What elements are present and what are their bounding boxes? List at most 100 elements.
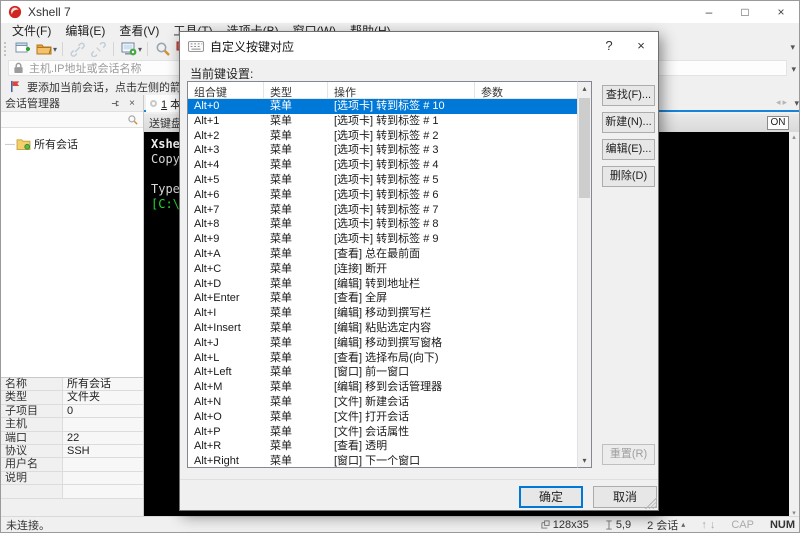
column-header-type[interactable]: 类型 [264,82,328,98]
table-scrollbar[interactable]: ▴ ▾ [577,81,592,468]
open-folder-icon[interactable] [35,41,52,58]
reset-button[interactable]: 重置(R) [602,444,655,465]
maximize-button[interactable]: □ [727,1,763,23]
table-row[interactable]: Alt+Left 菜单 [窗口] 前一窗口 [188,365,577,381]
dialog-titlebar: 自定义按键对应 ? × [180,32,658,60]
table-row[interactable]: Alt+L 菜单 [查看] 选择布局(向下) [188,350,577,366]
cell-action: [选项卡] 转到标签 # 7 [334,203,439,216]
table-row[interactable]: Alt+M 菜单 [编辑] 移到会话管理器 [188,380,577,395]
pin-icon[interactable] [111,99,125,108]
statusbar: 未连接。 128x35 5,9 2 会话 ▴ ↑ ↓ CAP NUM [1,516,799,532]
column-header-param[interactable]: 参数 [475,82,577,98]
table-row[interactable]: Alt+D 菜单 [编辑] 转到地址栏 [188,276,577,292]
table-row[interactable]: Alt+9 菜单 [选项卡] 转到标签 # 9 [188,232,577,247]
property-value [63,485,143,497]
table-row[interactable]: Alt+Insert 菜单 [编辑] 粘贴选定内容 [188,320,577,336]
cursor-position-indicator: 5,9 [605,519,631,531]
cell-key: Alt+1 [194,114,220,127]
cell-key: Alt+9 [194,233,220,246]
cell-type: 菜单 [270,381,292,394]
find-icon[interactable] [154,41,171,58]
cell-action: [查看] 全屏 [334,292,388,305]
tab-overflow-icon[interactable]: ▾ [794,98,799,109]
caps-lock-indicator: CAP [731,518,754,531]
scroll-arrows[interactable]: ↑ ↓ [701,519,715,531]
dialog-resize-grip[interactable] [645,497,657,509]
table-row[interactable]: Alt+6 菜单 [选项卡] 转到标签 # 6 [188,187,577,203]
table-row[interactable]: Alt+C 菜单 [连接] 断开 [188,261,577,277]
menu-item[interactable]: 编辑(E) [58,23,112,39]
open-folder-dropdown-icon[interactable]: ▾ [53,45,57,54]
cell-action: [选项卡] 转到标签 # 2 [334,129,439,142]
session-search-input[interactable] [1,111,143,128]
cell-key: Alt+P [194,425,221,438]
cell-type: 菜单 [270,247,292,260]
table-scroll-down-icon[interactable]: ▾ [578,456,591,465]
table-row[interactable]: Alt+N 菜单 [文件] 新建会话 [188,394,577,410]
cell-type: 菜单 [270,262,292,275]
table-row[interactable]: Alt+1 菜单 [选项卡] 转到标签 # 1 [188,113,577,129]
cell-key: Alt+6 [194,188,220,201]
menu-item[interactable]: 查看(V) [112,23,166,39]
cell-action: [编辑] 移到会话管理器 [334,381,443,394]
table-row[interactable]: Alt+Right 菜单 [窗口] 下一个窗口 [188,454,577,467]
cell-action: [选项卡] 转到标签 # 3 [334,144,439,157]
table-row[interactable]: Alt+P 菜单 [文件] 会话属性 [188,424,577,440]
find-button[interactable]: 查找(F)... [602,85,655,106]
cell-action: [连接] 断开 [334,262,388,275]
property-label: 子项目 [1,404,63,418]
ok-button[interactable]: 确定 [519,486,583,508]
send-keyboard-on-button[interactable]: ON [767,116,789,130]
table-row[interactable]: Alt+3 菜单 [选项卡] 转到标签 # 3 [188,143,577,159]
table-row[interactable]: Alt+2 菜单 [选项卡] 转到标签 # 2 [188,128,577,144]
session-dialog-icon[interactable] [120,41,137,58]
connect-icon[interactable] [69,41,86,58]
property-label: 类型 [1,391,63,404]
cell-key: Alt+0 [194,100,220,112]
edit-button[interactable]: 编辑(E)... [602,139,655,160]
table-scrollbar-thumb[interactable] [579,98,590,198]
property-label [1,485,63,498]
scroll-up-icon[interactable]: ▴ [789,133,799,141]
property-label: 用户名 [1,458,63,471]
table-row[interactable]: Alt+4 菜单 [选项卡] 转到标签 # 4 [188,158,577,173]
table-row[interactable]: Alt+7 菜单 [选项卡] 转到标签 # 7 [188,202,577,218]
column-header-key[interactable]: 组合键 [188,82,264,98]
table-row[interactable]: Alt+Enter 菜单 [查看] 全屏 [188,291,577,307]
cell-action: [文件] 打开会话 [334,410,410,423]
dialog-help-button[interactable]: ? [594,32,624,60]
addressbar-overflow-icon[interactable]: ▾ [791,64,796,75]
tree-item-all-sessions[interactable]: — 所有会话 [1,136,143,152]
table-row[interactable]: Alt+8 菜单 [选项卡] 转到标签 # 8 [188,217,577,233]
toolbar-overflow-icon[interactable]: ▾ [790,42,795,53]
property-row: 类型 文件夹 [1,391,143,405]
cell-param [475,306,577,321]
close-button[interactable]: × [763,1,799,23]
table-row[interactable]: Alt+I 菜单 [编辑] 移动到撰写栏 [188,306,577,321]
cell-action: [编辑] 粘贴选定内容 [334,321,432,334]
disconnect-icon[interactable] [90,41,107,58]
cell-type: 菜单 [270,292,292,305]
terminal-scrollbar[interactable]: ▴ ▾ [789,132,799,518]
session-dialog-dropdown-icon[interactable]: ▾ [138,45,142,54]
column-header-action[interactable]: 操作 [328,82,475,98]
table-row[interactable]: Alt+5 菜单 [选项卡] 转到标签 # 5 [188,172,577,188]
menu-item[interactable]: 文件(F) [5,23,58,39]
session-count[interactable]: 2 会话 ▴ [647,517,685,533]
cell-param [475,203,577,218]
new-button[interactable]: 新建(N)... [602,112,655,133]
dialog-close-button[interactable]: × [626,32,656,60]
panel-close-icon[interactable]: × [125,98,139,109]
table-row[interactable]: Alt+O 菜单 [文件] 打开会话 [188,409,577,425]
tab-scroll-left-icon[interactable]: ◂▸ [776,97,789,108]
table-row[interactable]: Alt+A 菜单 [查看] 总在最前面 [188,246,577,262]
new-session-icon[interactable] [14,41,31,58]
table-row[interactable]: Alt+0 菜单 [选项卡] 转到标签 # 10 [188,99,577,114]
cell-action: [文件] 会话属性 [334,425,410,438]
table-scroll-up-icon[interactable]: ▴ [578,84,591,93]
table-row[interactable]: Alt+J 菜单 [编辑] 移动到撰写窗格 [188,335,577,351]
delete-button[interactable]: 删除(D) [602,166,655,187]
table-row[interactable]: Alt+R 菜单 [查看] 透明 [188,439,577,455]
property-label: 说明 [1,471,63,485]
minimize-button[interactable]: – [691,1,727,23]
